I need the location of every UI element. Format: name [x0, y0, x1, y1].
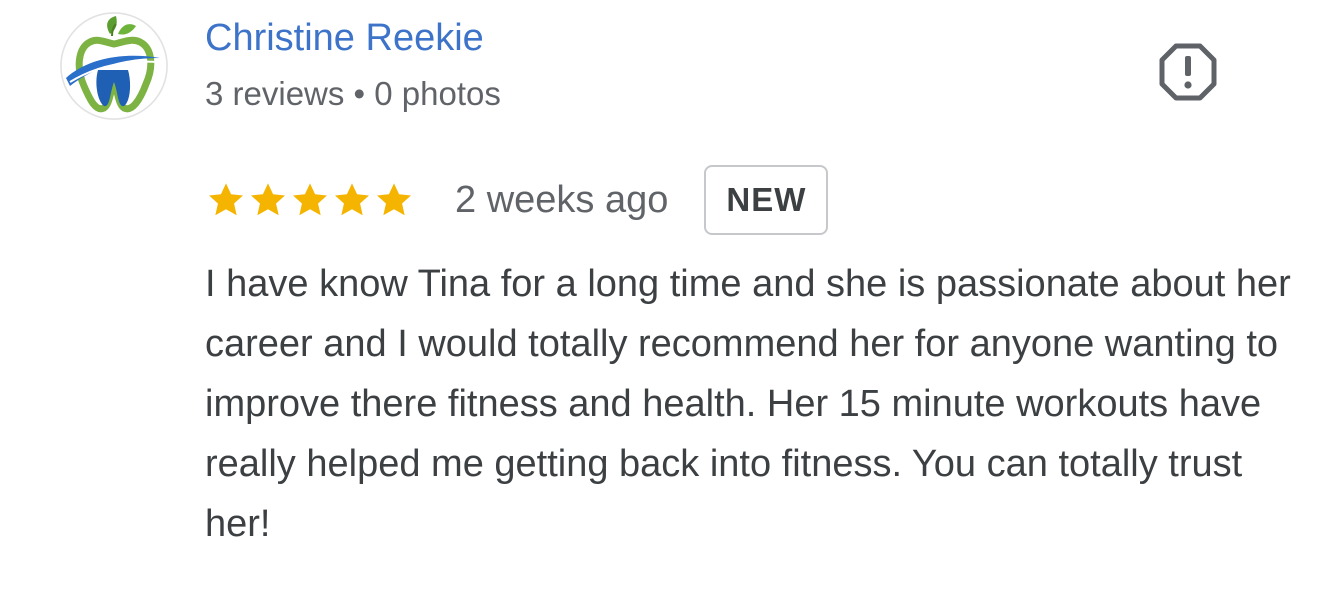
star-icon	[209, 183, 243, 216]
rating-row: 2 weeks ago NEW	[205, 162, 829, 238]
star-icon	[293, 183, 327, 216]
report-flag-icon	[1159, 43, 1217, 101]
star-icon	[377, 183, 411, 216]
reviewer-name[interactable]: Christine Reekie	[205, 14, 484, 62]
reviewer-meta: 3 reviews • 0 photos	[205, 75, 501, 112]
review-text: I have know Tina for a long time and she…	[205, 263, 1291, 545]
new-badge: NEW	[704, 165, 829, 235]
star-icon	[251, 183, 285, 216]
report-review-button[interactable]	[1158, 42, 1218, 102]
star-icon	[335, 183, 369, 216]
review-time: 2 weeks ago	[455, 178, 669, 221]
tooth-leaf-logo-icon	[60, 12, 168, 120]
star-rating	[205, 179, 415, 221]
avatar[interactable]	[60, 12, 168, 120]
